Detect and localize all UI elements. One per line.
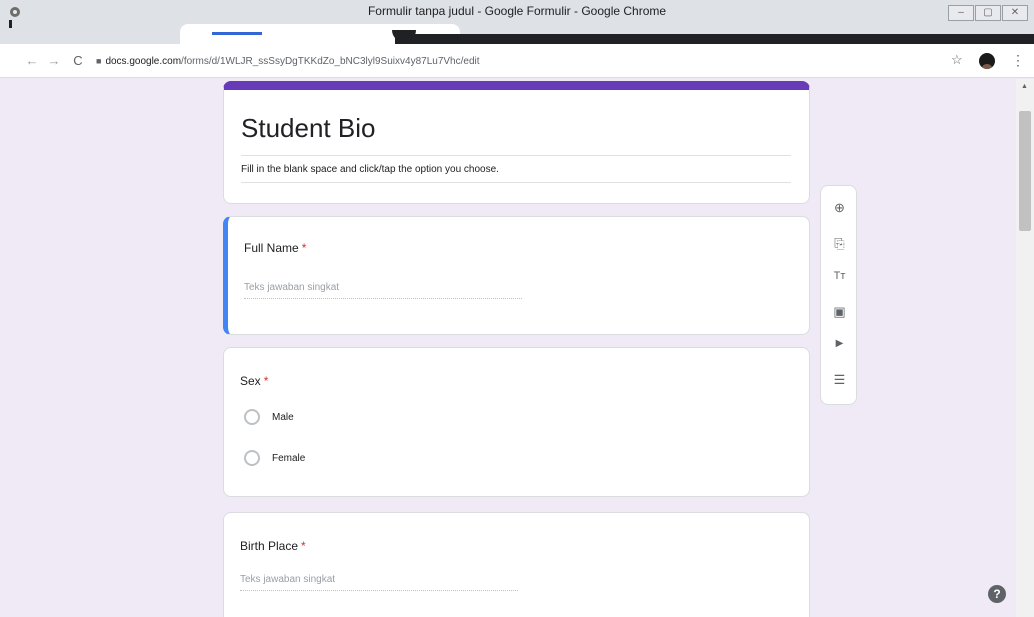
add-video-icon[interactable]: ▶ xyxy=(821,338,858,349)
page-scrollbar[interactable]: ▲ xyxy=(1016,79,1034,617)
address-bar[interactable]: ■ docs.google.com/forms/d/1WLJR_ssSsyDgTK… xyxy=(96,50,946,72)
window-titlebar: Formulir tanpa judul - Google Formulir -… xyxy=(0,0,1034,44)
short-answer-input[interactable]: Teks jawaban singkat xyxy=(244,277,522,299)
help-icon[interactable]: ? xyxy=(988,585,1006,603)
scroll-up-icon[interactable]: ▲ xyxy=(1021,83,1028,90)
add-section-icon[interactable]: ☰ xyxy=(821,372,858,388)
browser-menu-icon[interactable]: ⋮ xyxy=(1011,52,1025,69)
form-title[interactable]: Student Bio xyxy=(241,113,375,144)
profile-avatar[interactable] xyxy=(979,53,995,69)
browser-toolbar: ← → C ■ docs.google.com/forms/d/1WLJR_ssS… xyxy=(0,44,1034,78)
window-controls: – ▢ ✕ xyxy=(948,5,1028,21)
question-card-birth-place[interactable]: Birth Place * Teks jawaban singkat xyxy=(223,512,810,617)
radio-label: Female xyxy=(272,452,306,464)
maximize-button[interactable]: ▢ xyxy=(975,5,1001,21)
radio-label: Male xyxy=(272,411,294,423)
required-asterisk: * xyxy=(301,241,307,255)
forward-icon[interactable]: → xyxy=(46,53,62,68)
add-question-icon[interactable]: ⊕ xyxy=(821,200,858,216)
window-title: Formulir tanpa judul - Google Formulir -… xyxy=(367,4,667,18)
question-card-sex[interactable]: Sex * Male Female xyxy=(223,347,810,497)
question-title: Sex * xyxy=(240,374,268,388)
minimize-button[interactable]: – xyxy=(948,5,974,21)
question-title-text: Birth Place xyxy=(240,539,299,553)
add-image-icon[interactable]: ▣ xyxy=(821,304,858,320)
add-title-icon[interactable]: Tт xyxy=(821,270,858,282)
reload-icon[interactable]: C xyxy=(70,53,86,68)
titlebar-strip xyxy=(395,34,1034,44)
description-underline xyxy=(241,182,791,183)
question-title-text: Full Name xyxy=(244,241,299,255)
short-answer-input[interactable]: Teks jawaban singkat xyxy=(240,569,518,591)
required-asterisk: * xyxy=(263,374,269,388)
close-button[interactable]: ✕ xyxy=(1002,5,1028,21)
radio-option-male[interactable]: Male xyxy=(244,409,294,425)
radio-button[interactable] xyxy=(244,409,260,425)
question-card-full-name[interactable]: Full Name * Teks jawaban singkat xyxy=(223,216,810,335)
form-description[interactable]: Fill in the blank space and click/tap th… xyxy=(241,164,499,175)
url-host: docs.google.com xyxy=(105,56,182,67)
required-asterisk: * xyxy=(301,539,306,553)
question-title-text: Sex xyxy=(240,374,261,388)
form-side-toolbar: ⊕ ⎘ Tт ▣ ▶ ☰ xyxy=(820,185,857,405)
radio-option-female[interactable]: Female xyxy=(244,450,305,466)
tab-loading-indicator xyxy=(212,32,262,35)
radio-button[interactable] xyxy=(244,450,260,466)
bookmark-star-icon[interactable]: ☆ xyxy=(951,52,963,68)
back-icon[interactable]: ← xyxy=(24,53,40,68)
form-header-card[interactable]: Student Bio Fill in the blank space and … xyxy=(223,81,810,204)
import-questions-icon[interactable]: ⎘ xyxy=(821,236,858,252)
scrollbar-thumb[interactable] xyxy=(1019,111,1031,231)
question-title: Birth Place * xyxy=(240,539,306,553)
question-title: Full Name * xyxy=(244,241,306,255)
lock-icon: ■ xyxy=(96,56,102,66)
title-underline xyxy=(241,155,791,156)
url-path: /forms/d/1WLJR_ssSsyDgTKKdZo_bNC3lyl9Sui… xyxy=(181,56,480,67)
form-canvas: Student Bio Fill in the blank space and … xyxy=(0,79,1034,617)
